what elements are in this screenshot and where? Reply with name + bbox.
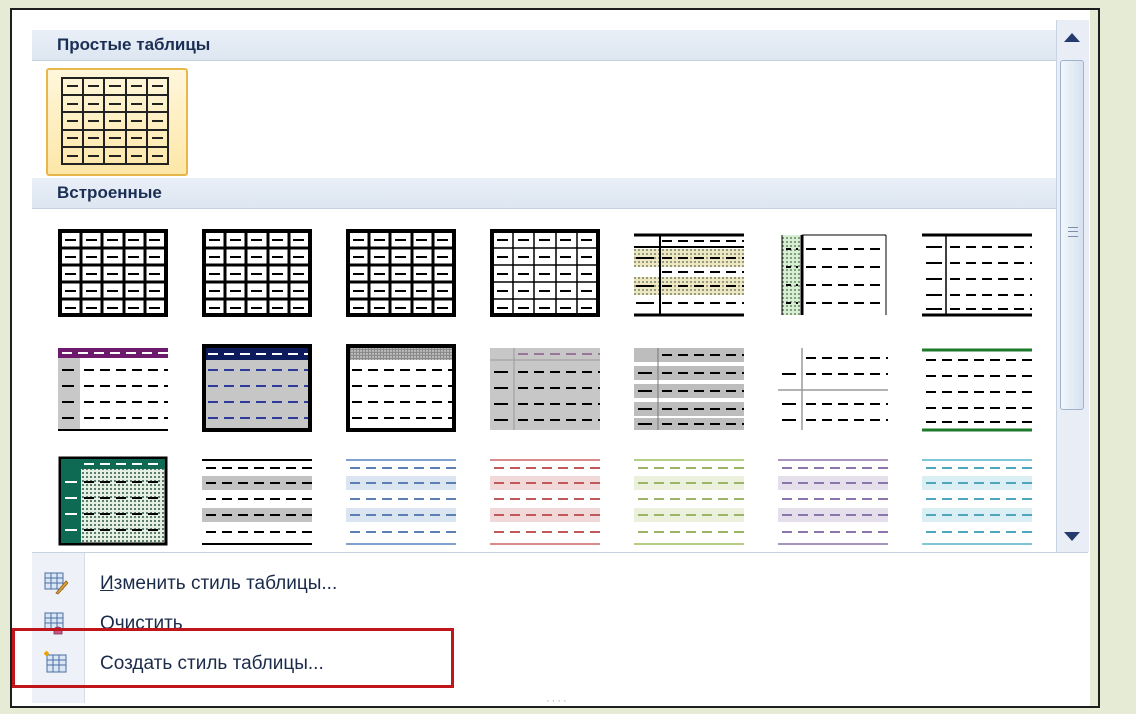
grip-icon	[1068, 227, 1078, 237]
slide-background-strip	[1090, 10, 1098, 706]
section-title-builtin: Встроенные	[57, 183, 162, 202]
style-thumb-12[interactable]	[630, 338, 748, 438]
style-thumb-16[interactable]	[198, 452, 316, 552]
table-styles-gallery: Простые таблицы Встроенные	[32, 20, 1058, 552]
accesskey-modify: И	[100, 573, 114, 594]
style-thumb-3[interactable]	[342, 225, 460, 325]
style-thumb-1[interactable]	[54, 225, 172, 325]
style-thumb-5[interactable]	[630, 225, 748, 325]
style-thumb-6[interactable]	[774, 225, 892, 325]
style-thumb-18[interactable]	[486, 452, 604, 552]
style-thumb-20[interactable]	[774, 452, 892, 552]
style-thumb-8[interactable]	[54, 338, 172, 438]
style-thumb-11[interactable]	[486, 338, 604, 438]
section-header-simple: Простые таблицы	[32, 30, 1058, 61]
style-thumb-14[interactable]	[918, 338, 1036, 438]
table-edit-icon	[44, 571, 69, 595]
highlight-box	[12, 628, 454, 688]
table-styles-dropdown: Простые таблицы Встроенные Изменить стил…	[10, 8, 1100, 708]
style-thumb-9[interactable]	[198, 338, 316, 438]
style-thumb-7[interactable]	[918, 225, 1036, 325]
style-thumb-10[interactable]	[342, 338, 460, 438]
style-thumb-13[interactable]	[774, 338, 892, 438]
scrollbar-thumb[interactable]	[1060, 60, 1084, 410]
chevron-up-icon[interactable]	[1064, 33, 1080, 42]
style-thumb-15[interactable]	[54, 452, 172, 552]
menu-item-modify-style[interactable]: Изменить стиль таблицы...	[32, 565, 1088, 605]
style-thumb-17[interactable]	[342, 452, 460, 552]
resize-grip[interactable]: ····	[546, 695, 569, 706]
chevron-down-icon[interactable]	[1064, 532, 1080, 541]
section-title-simple: Простые таблицы	[57, 35, 211, 54]
gallery-scrollbar[interactable]	[1056, 20, 1089, 552]
style-thumb-plain-grid[interactable]	[46, 68, 188, 176]
style-thumb-19[interactable]	[630, 452, 748, 552]
section-header-builtin: Встроенные	[32, 178, 1058, 209]
menu-item-modify-style-label: Изменить стиль таблицы...	[100, 573, 337, 595]
style-thumb-4[interactable]	[486, 225, 604, 325]
style-thumb-21[interactable]	[918, 452, 1036, 552]
modify-label-rest: зменить стиль таблицы...	[113, 573, 338, 594]
style-thumb-2[interactable]	[198, 225, 316, 325]
